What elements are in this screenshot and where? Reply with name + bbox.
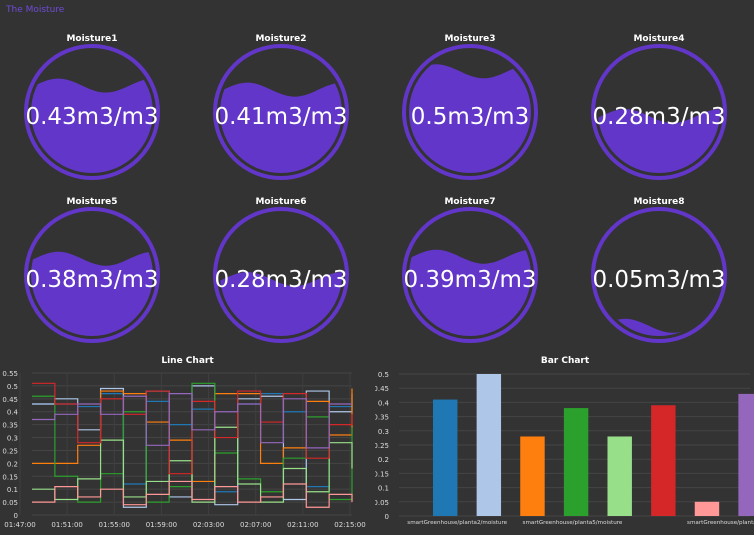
bar-4 [563, 408, 589, 516]
y-tick-label: 0 [14, 512, 18, 520]
y-tick-label: 0.3 [378, 428, 389, 436]
gauge-liquid [31, 251, 153, 336]
y-tick-label: 0.15 [375, 470, 389, 478]
y-tick-label: 0.1 [7, 486, 18, 494]
moisture-gauge-2: Moisture2 0.41m3/m3 [211, 34, 351, 184]
gauge-value: 0.43m3/m3 [25, 104, 159, 130]
y-tick-label: 0 [385, 513, 389, 521]
gauge-value: 0.05m3/m3 [592, 267, 726, 293]
x-category-label: smartGreenhouse/planta2/moisture [407, 520, 507, 526]
y-tick-label: 0.05 [375, 499, 389, 507]
moisture-gauge-1: Moisture1 0.43m3/m3 [22, 34, 162, 184]
moisture-gauge-8: Moisture8 0.05m3/m3 [589, 197, 729, 347]
bar-3 [520, 436, 545, 516]
gauge-value: 0.5m3/m3 [410, 104, 530, 130]
bar-5 [607, 436, 632, 516]
y-tick-label: 0.5 [7, 383, 18, 391]
line-series-7 [32, 480, 353, 508]
y-tick-label: 0.5 [378, 371, 389, 379]
y-tick-label: 0.4 [7, 409, 19, 417]
y-tick-label: 0.25 [2, 447, 18, 455]
x-tick-label: 02:11:00 [287, 521, 318, 529]
x-tick-label: 02:15:00 [334, 521, 365, 529]
x-tick-label: 01:59:00 [146, 521, 177, 529]
x-category-label: smartGreenhouse/planta5/moisture [523, 520, 623, 526]
y-tick-label: 0.35 [2, 422, 18, 430]
gauge-value: 0.38m3/m3 [25, 267, 159, 293]
moisture-gauge-3: Moisture3 0.5m3/m3 [400, 34, 540, 184]
x-tick-label: 01:55:00 [99, 521, 130, 529]
moisture-gauge-5: Moisture5 0.38m3/m3 [22, 197, 162, 347]
y-tick-label: 0.45 [2, 396, 18, 404]
line-chart: 0 0.05 0.1 0.15 0.2 0.25 0.3 0.35 0.4 0.45 0.5 0.55… [2, 370, 365, 529]
bar-1 [433, 399, 458, 516]
y-tick-label: 0.4 [378, 399, 390, 407]
x-tick-label: 02:07:00 [240, 521, 271, 529]
moisture-gauge-6: Moisture6 0.28m3/m3 [211, 197, 351, 347]
y-tick-label: 0.2 [378, 456, 389, 464]
bar-7 [694, 501, 720, 516]
y-tick-label: 0.1 [378, 485, 389, 493]
y-tick-label: 0.2 [7, 460, 18, 468]
y-tick-label: 0.3 [7, 435, 18, 443]
gauge-value: 0.28m3/m3 [214, 267, 348, 293]
bar-2 [476, 374, 502, 516]
moisture-gauge-7: Moisture7 0.39m3/m3 [400, 197, 540, 347]
x-tick-label: 02:03:00 [193, 521, 224, 529]
bar-8 [738, 393, 754, 516]
gauge-liquid [220, 82, 342, 173]
y-tick-label: 0.25 [375, 442, 389, 450]
bar-6 [651, 405, 676, 516]
y-tick-label: 0.15 [2, 473, 18, 481]
y-tick-label: 0.35 [375, 414, 389, 422]
x-tick-label: 01:47:00 [4, 521, 35, 529]
gauge-value: 0.39m3/m3 [403, 267, 537, 293]
page-title: The Moisture [6, 5, 65, 15]
y-tick-label: 0.55 [2, 370, 18, 378]
gauge-liquid [409, 249, 531, 336]
gauge-value: 0.41m3/m3 [214, 104, 348, 130]
moisture-gauge-4: Moisture4 0.28m3/m3 [589, 34, 729, 184]
bar-chart: 0 0.05 0.1 0.15 0.2 0.25 0.3 0.35 0.4 0.45 0.5 smar… [375, 371, 754, 526]
x-category-label: smartGreenhouse/planta1/moisture [687, 520, 754, 526]
x-tick-label: 01:51:00 [51, 521, 82, 529]
y-tick-label: 0.45 [375, 385, 389, 393]
gauge-value: 0.28m3/m3 [592, 104, 726, 130]
y-tick-label: 0.05 [2, 499, 18, 507]
